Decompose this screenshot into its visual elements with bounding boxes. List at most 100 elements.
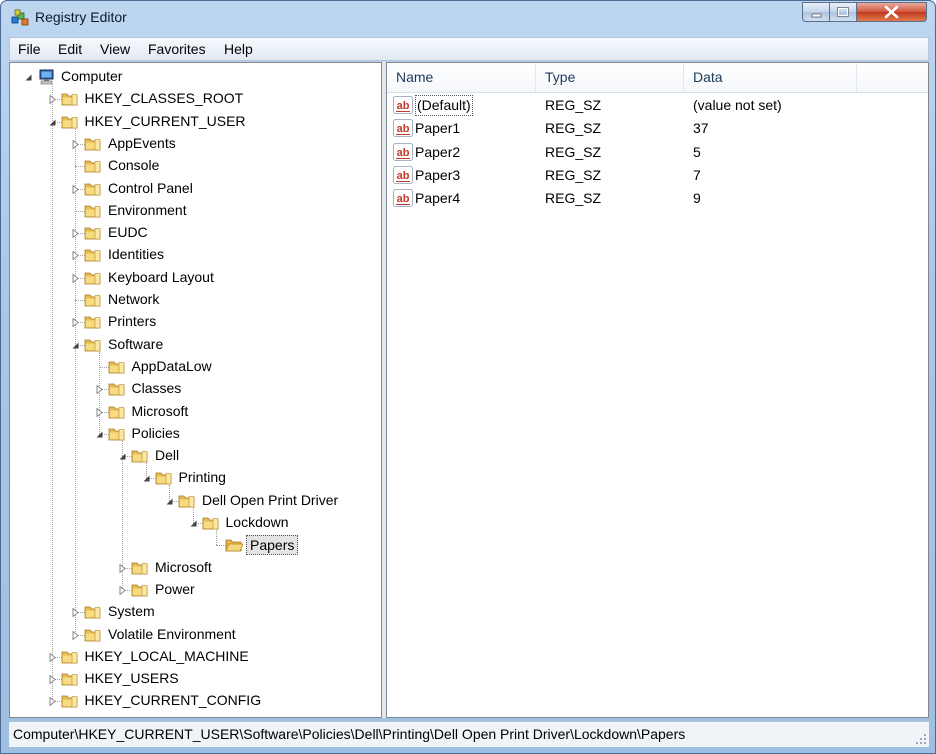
tree-item-hkey-classes-root[interactable]: HKEY_CLASSES_ROOT <box>10 88 381 110</box>
tree-item-appevents[interactable]: AppEvents <box>10 133 381 155</box>
tree-item-computer[interactable]: Computer <box>10 66 381 88</box>
tree-item-appdatalow[interactable]: AppDataLow <box>10 356 381 378</box>
expand-triangle-icon[interactable] <box>118 563 127 573</box>
svg-text:ab: ab <box>397 170 410 182</box>
collapse-triangle-icon[interactable] <box>95 430 104 439</box>
tree-item-hkey-local-machine[interactable]: HKEY_LOCAL_MACHINE <box>10 646 381 668</box>
tree-item-software[interactable]: Software <box>10 334 381 356</box>
tree-item-identities[interactable]: Identities <box>10 244 381 266</box>
folder-icon <box>131 450 148 463</box>
tree-item-system[interactable]: System <box>10 601 381 623</box>
expand-triangle-icon[interactable] <box>95 385 104 395</box>
expand-triangle-icon[interactable] <box>71 318 80 328</box>
values-list[interactable]: Name Type Data ab (Default) REG_SZ (value n… <box>386 62 929 718</box>
tree-item-keyboard-layout[interactable]: Keyboard Layout <box>10 267 381 289</box>
tree-item-volatile-environment[interactable]: Volatile Environment <box>10 624 381 646</box>
expand-triangle-icon[interactable] <box>71 184 80 194</box>
tree-item-eudc[interactable]: EUDC <box>10 222 381 244</box>
minimize-button[interactable] <box>802 2 830 22</box>
tree-item-label: EUDC <box>108 224 148 241</box>
collapse-triangle-icon[interactable] <box>48 118 57 127</box>
tree-item-power[interactable]: Power <box>10 579 381 601</box>
value-row-default[interactable]: ab (Default) REG_SZ (value not set) <box>387 94 928 117</box>
collapse-triangle-icon[interactable] <box>71 341 80 350</box>
expand-triangle-icon[interactable] <box>48 675 57 685</box>
value-name: Paper3 <box>415 166 461 183</box>
column-header-data[interactable]: Data <box>684 63 857 92</box>
folder-icon <box>61 93 77 106</box>
tree-item-environment[interactable]: Environment <box>10 200 381 222</box>
tree-item-label: AppEvents <box>108 134 176 151</box>
resize-grip-icon[interactable] <box>915 733 927 745</box>
menu-favorites[interactable]: Favorites <box>148 41 206 57</box>
tree-item-hkey-current-config[interactable]: HKEY_CURRENT_CONFIG <box>10 690 381 712</box>
minimize-icon <box>811 13 822 18</box>
value-row-paper2[interactable]: ab Paper2 REG_SZ 5 <box>387 141 928 164</box>
tree-item-microsoft[interactable]: Microsoft <box>10 557 381 579</box>
close-icon <box>884 5 899 19</box>
value-row-paper3[interactable]: ab Paper3 REG_SZ 7 <box>387 164 928 187</box>
folder-icon <box>108 383 124 396</box>
collapse-triangle-icon[interactable] <box>189 519 198 528</box>
string-value-icon: ab <box>393 119 413 138</box>
tree-item-console[interactable]: Console <box>10 155 381 177</box>
tree-item-hkey-current-user[interactable]: HKEY_CURRENT_USER <box>10 111 381 133</box>
value-type: REG_SZ <box>545 143 602 160</box>
collapse-triangle-icon[interactable] <box>118 452 127 461</box>
tree-item-label: Keyboard Layout <box>108 268 214 285</box>
expand-triangle-icon[interactable] <box>118 585 127 595</box>
tree-item-microsoft[interactable]: Microsoft <box>10 401 381 423</box>
expand-triangle-icon[interactable] <box>71 229 80 239</box>
tree-item-label: Microsoft <box>155 558 212 575</box>
folder-icon <box>108 428 124 441</box>
maximize-button[interactable] <box>830 2 857 22</box>
menu-file[interactable]: File <box>18 41 41 57</box>
tree-item-papers[interactable]: Papers <box>10 534 381 556</box>
tree-item-label: HKEY_CURRENT_USER <box>84 112 246 129</box>
tree-item-label: Dell <box>155 447 180 464</box>
expand-triangle-icon[interactable] <box>71 630 80 640</box>
expand-triangle-icon[interactable] <box>48 697 57 707</box>
column-header-name[interactable]: Name <box>387 63 536 92</box>
menu-help[interactable]: Help <box>224 41 253 57</box>
tree-item-printing[interactable]: Printing <box>10 467 381 489</box>
tree-item-label: Printing <box>178 469 226 486</box>
tree-item-network[interactable]: Network <box>10 289 381 311</box>
expand-triangle-icon[interactable] <box>71 251 80 261</box>
collapse-triangle-icon[interactable] <box>142 474 151 483</box>
collapse-triangle-icon[interactable] <box>24 73 33 82</box>
tree-item-label: Dell Open Print Driver <box>202 491 339 508</box>
title-bar[interactable]: Registry Editor <box>1 1 935 35</box>
expand-triangle-icon[interactable] <box>71 139 80 149</box>
tree-item-control-panel[interactable]: Control Panel <box>10 178 381 200</box>
tree-item-policies[interactable]: Policies <box>10 423 381 445</box>
expand-triangle-icon[interactable] <box>71 273 80 283</box>
value-row-paper1[interactable]: ab Paper1 REG_SZ 37 <box>387 117 928 140</box>
tree-item-classes[interactable]: Classes <box>10 378 381 400</box>
tree-item-printers[interactable]: Printers <box>10 311 381 333</box>
close-button[interactable] <box>857 2 927 22</box>
folder-icon <box>84 272 101 285</box>
window-title: Registry Editor <box>35 9 127 25</box>
expand-triangle-icon[interactable] <box>48 95 57 105</box>
expand-triangle-icon[interactable] <box>48 652 57 662</box>
value-type: REG_SZ <box>545 120 602 137</box>
menu-edit[interactable]: Edit <box>58 41 82 57</box>
column-header-type[interactable]: Type <box>536 63 684 92</box>
registry-tree[interactable]: Computer HKEY_CLASSES_ROOT HKEY_CURRENT_US… <box>9 62 382 718</box>
tree-item-lockdown[interactable]: Lockdown <box>10 512 381 534</box>
tree-item-dell-open-print-driver[interactable]: Dell Open Print Driver <box>10 490 381 512</box>
tree-item-dell[interactable]: Dell <box>10 445 381 467</box>
folder-icon <box>84 183 101 195</box>
tree-item-label: Environment <box>108 201 187 218</box>
expand-triangle-icon[interactable] <box>71 608 80 618</box>
tree-item-label: Network <box>108 291 160 307</box>
expand-triangle-icon[interactable] <box>95 407 104 417</box>
tree-item-hkey-users[interactable]: HKEY_USERS <box>10 668 381 690</box>
value-row-paper4[interactable]: ab Paper4 REG_SZ 9 <box>387 187 928 210</box>
folder-icon <box>178 495 195 508</box>
menu-view[interactable]: View <box>100 41 130 57</box>
collapse-triangle-icon[interactable] <box>165 497 174 506</box>
tree-item-label: Classes <box>131 380 182 397</box>
value-name: (Default) <box>415 95 473 116</box>
